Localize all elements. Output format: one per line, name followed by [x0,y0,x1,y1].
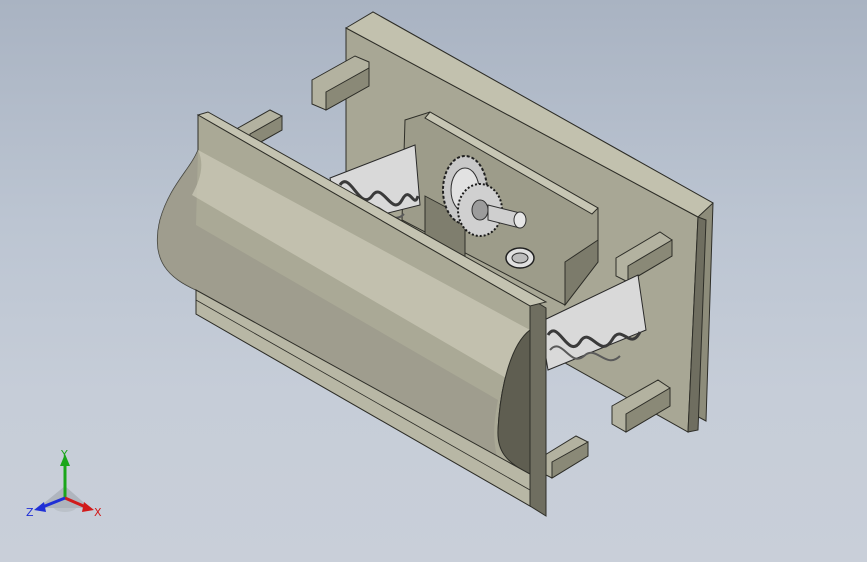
bearing-cap[interactable] [505,247,535,269]
z-axis-label: Z [26,506,34,519]
orientation-triad[interactable]: Y X Z [24,446,106,526]
x-arrow-icon [82,502,94,512]
z-arrow-icon [34,502,46,512]
graphics-viewport[interactable]: Y X Z [0,0,867,562]
y-axis-label: Y [60,448,68,461]
bracket-bottom-front[interactable] [539,435,589,479]
x-axis-label: X [94,506,102,519]
gearbox-3d-model[interactable] [0,0,867,562]
